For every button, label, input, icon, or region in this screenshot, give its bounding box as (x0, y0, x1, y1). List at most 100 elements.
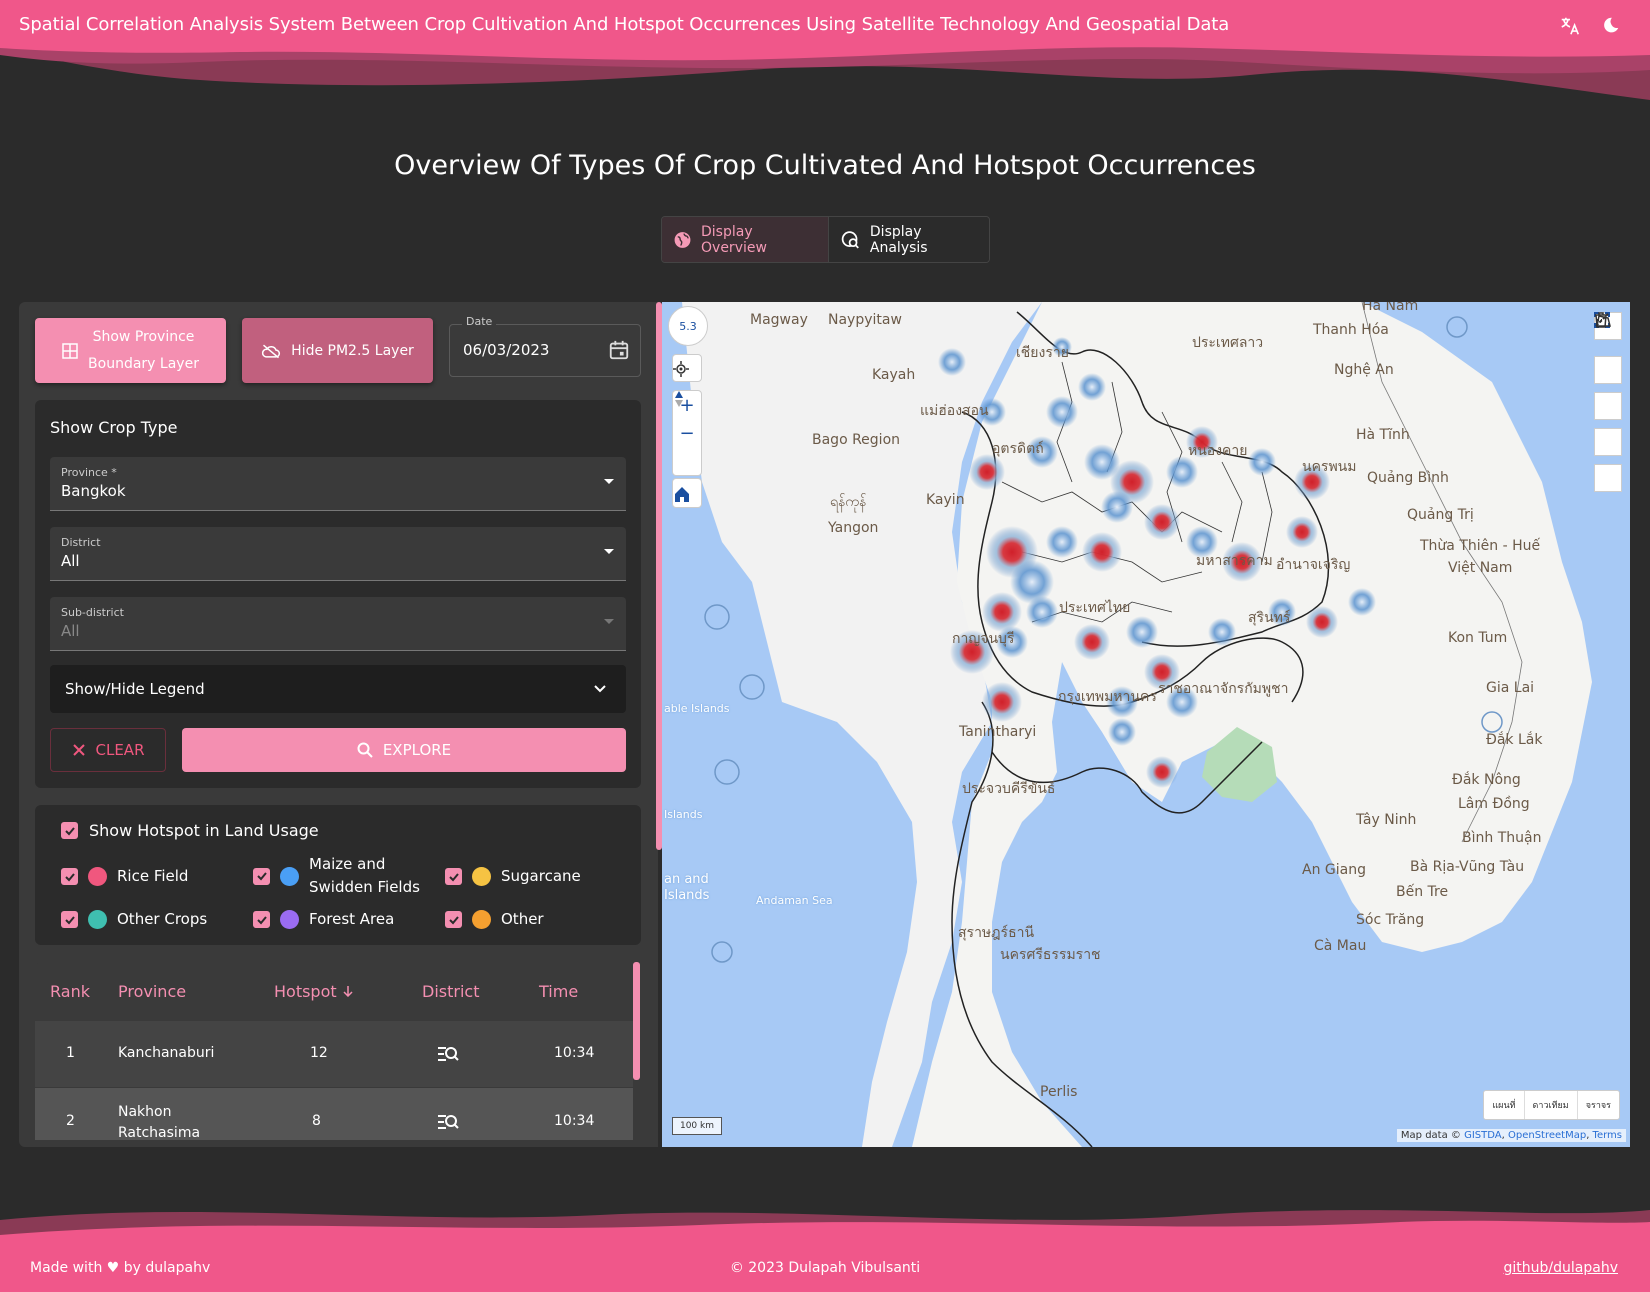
map-view[interactable]: Magway Naypyitaw Kayah Bago Region Kayin… (662, 302, 1630, 1147)
map-compass[interactable]: 5.3 (668, 306, 708, 346)
map-label-nakhonsi: นครศรีธรรมราช (1000, 947, 1101, 963)
zoom-district-icon[interactable] (437, 1113, 459, 1131)
forest-area-label: Forest Area (309, 910, 395, 928)
rice-field-checkbox[interactable] (61, 868, 78, 885)
zoom-out-button[interactable]: − (672, 419, 702, 447)
page-title: Overview Of Types Of Crop Cultivated And… (394, 150, 1256, 181)
reset-bearing-button[interactable] (672, 391, 702, 475)
legend-maize-swidden[interactable]: Maize and Swidden Fields (253, 853, 420, 899)
map-label-prachuap: ประจวบคีรีขันธ์ (962, 781, 1056, 797)
maize-checkbox[interactable] (253, 867, 270, 885)
legend-other[interactable]: Other (445, 908, 544, 931)
forest-area-checkbox[interactable] (253, 911, 270, 928)
table-scrollbar[interactable] (633, 962, 640, 1080)
attribution-link-gistda[interactable]: GISTDA (1464, 1130, 1502, 1141)
check-icon (256, 872, 267, 881)
map-type-satellite[interactable]: ดาวเทียม (1525, 1091, 1578, 1119)
hotspot-cell: 8 (312, 1113, 321, 1129)
measure-area-button[interactable] (1594, 313, 1622, 492)
locate-icon (673, 361, 689, 377)
date-value: 06/03/2023 (463, 341, 550, 359)
crop-type-title: Show Crop Type (50, 418, 178, 437)
map-label-laos: ประเทศลาว (1192, 335, 1264, 351)
subdistrict-label: Sub-district (61, 606, 124, 619)
explore-label: EXPLORE (382, 741, 452, 759)
sugarcane-checkbox[interactable] (445, 868, 462, 885)
date-picker[interactable]: Date 06/03/2023 (449, 315, 641, 377)
attribution-link-terms[interactable]: Terms (1593, 1130, 1622, 1141)
north-arrow-icon (675, 391, 683, 407)
map-label-thailand: ประเทศไทย (1059, 600, 1131, 616)
show-province-boundary-button[interactable]: Show Province Boundary Layer (35, 318, 226, 383)
province-value: Bangkok (61, 482, 126, 500)
display-analysis-tab[interactable]: Display Analysis (828, 217, 989, 262)
other-checkbox[interactable] (445, 911, 462, 928)
rank-cell: 1 (66, 1045, 75, 1061)
hotspot-land-usage-card: Show Hotspot in Land Usage Rice Field Ma… (35, 805, 641, 945)
show-hide-legend-toggle[interactable]: Show/Hide Legend (50, 665, 626, 713)
hotspot-ranking-table: Rank Province Hotspot District Time 1 Ka… (35, 962, 641, 1140)
measure-line-button[interactable] (1594, 313, 1622, 456)
map-label-islands: Islands (664, 808, 703, 821)
legend-forest-area[interactable]: Forest Area (253, 908, 394, 931)
map-label-cambodia: ราชอาณาจักรกัมพูชา (1158, 681, 1289, 697)
translate-icon[interactable] (1558, 14, 1582, 38)
geolocate-button[interactable] (672, 354, 702, 382)
zoom-district-icon[interactable] (437, 1045, 459, 1063)
map-label-thanhhoa: Thanh Hóa (1313, 322, 1389, 338)
calendar-icon[interactable] (608, 339, 630, 361)
map-label-angiang: An Giang (1302, 862, 1366, 878)
district-select[interactable]: District All (50, 527, 626, 581)
map-type-traffic[interactable]: จราจร (1578, 1091, 1619, 1119)
map-label-gialai: Gia Lai (1486, 680, 1535, 696)
time-cell: 10:34 (554, 1045, 595, 1061)
column-province[interactable]: Province (118, 982, 186, 1001)
column-hotspot[interactable]: Hotspot (274, 982, 354, 1001)
legend-toggle-label: Show/Hide Legend (65, 680, 205, 698)
column-time[interactable]: Time (539, 982, 578, 1001)
map-label-suratthani: สุราษฎร์ธานี (958, 925, 1035, 941)
check-icon (64, 915, 75, 924)
display-overview-tab[interactable]: Display Overview (662, 217, 828, 262)
map-label-quangtri: Quảng Trị (1407, 507, 1474, 523)
attribution-link-osm[interactable]: OpenStreetMap (1508, 1130, 1586, 1141)
dropdown-arrow-icon (604, 549, 614, 554)
rice-field-label: Rice Field (117, 867, 189, 885)
grid-icon (62, 342, 78, 359)
legend-sugarcane[interactable]: Sugarcane (445, 865, 581, 888)
delete-drawing-button[interactable] (1594, 312, 1622, 420)
show-hotspot-checkbox[interactable] (61, 822, 78, 839)
display-analysis-label: Display Analysis (869, 223, 928, 256)
legend-rice-field[interactable]: Rice Field (61, 865, 188, 888)
map-label-magway: Magway (750, 312, 808, 328)
map-label-soctrang: Sóc Trăng (1356, 912, 1425, 928)
map-type-normal[interactable]: แผนที่ (1484, 1091, 1525, 1119)
clear-button[interactable]: CLEAR (50, 728, 166, 772)
map-canvas (682, 302, 1592, 1147)
map-label-camau: Cà Mau (1314, 938, 1367, 954)
column-rank[interactable]: Rank (50, 982, 90, 1001)
province-select[interactable]: Province * Bangkok (50, 457, 626, 511)
map-label-yangon-my: ရန်ကုန် (830, 494, 867, 510)
draw-polygon-button[interactable] (1594, 315, 1622, 384)
zoom-controls: + − (672, 390, 702, 476)
hide-pm25-layer-button[interactable]: Hide PM2.5 Layer (242, 318, 433, 383)
map-label-uttaradit: อุตรดิตถ์ (992, 441, 1044, 457)
rank-cell: 2 (66, 1113, 75, 1129)
map-label-baria: Bà Rịa-Vũng Tàu (1410, 859, 1525, 875)
table-row[interactable]: 2 Nakhon Ratchasima 8 10:34 (35, 1088, 633, 1140)
table-row[interactable]: 1 Kanchanaburi 12 10:34 (35, 1021, 633, 1087)
legend-other-crops[interactable]: Other Crops (61, 908, 207, 931)
other-crops-color-dot (88, 910, 107, 929)
explore-button[interactable]: EXPLORE (182, 728, 626, 772)
column-district[interactable]: District (422, 982, 479, 1001)
map-label-lamdong: Lâm Đồng (1458, 796, 1530, 812)
map-label-amnat: อำนาจเจริญ (1276, 557, 1351, 573)
github-link[interactable]: github/dulapahv (1504, 1260, 1618, 1276)
home-view-button[interactable] (672, 478, 702, 508)
map-label-kanchanaburi: กาญจนบุรี (952, 631, 1015, 647)
chevron-down-icon (594, 685, 606, 693)
clear-label: CLEAR (95, 741, 145, 759)
dark-mode-icon[interactable] (1598, 14, 1622, 38)
other-crops-checkbox[interactable] (61, 911, 78, 928)
